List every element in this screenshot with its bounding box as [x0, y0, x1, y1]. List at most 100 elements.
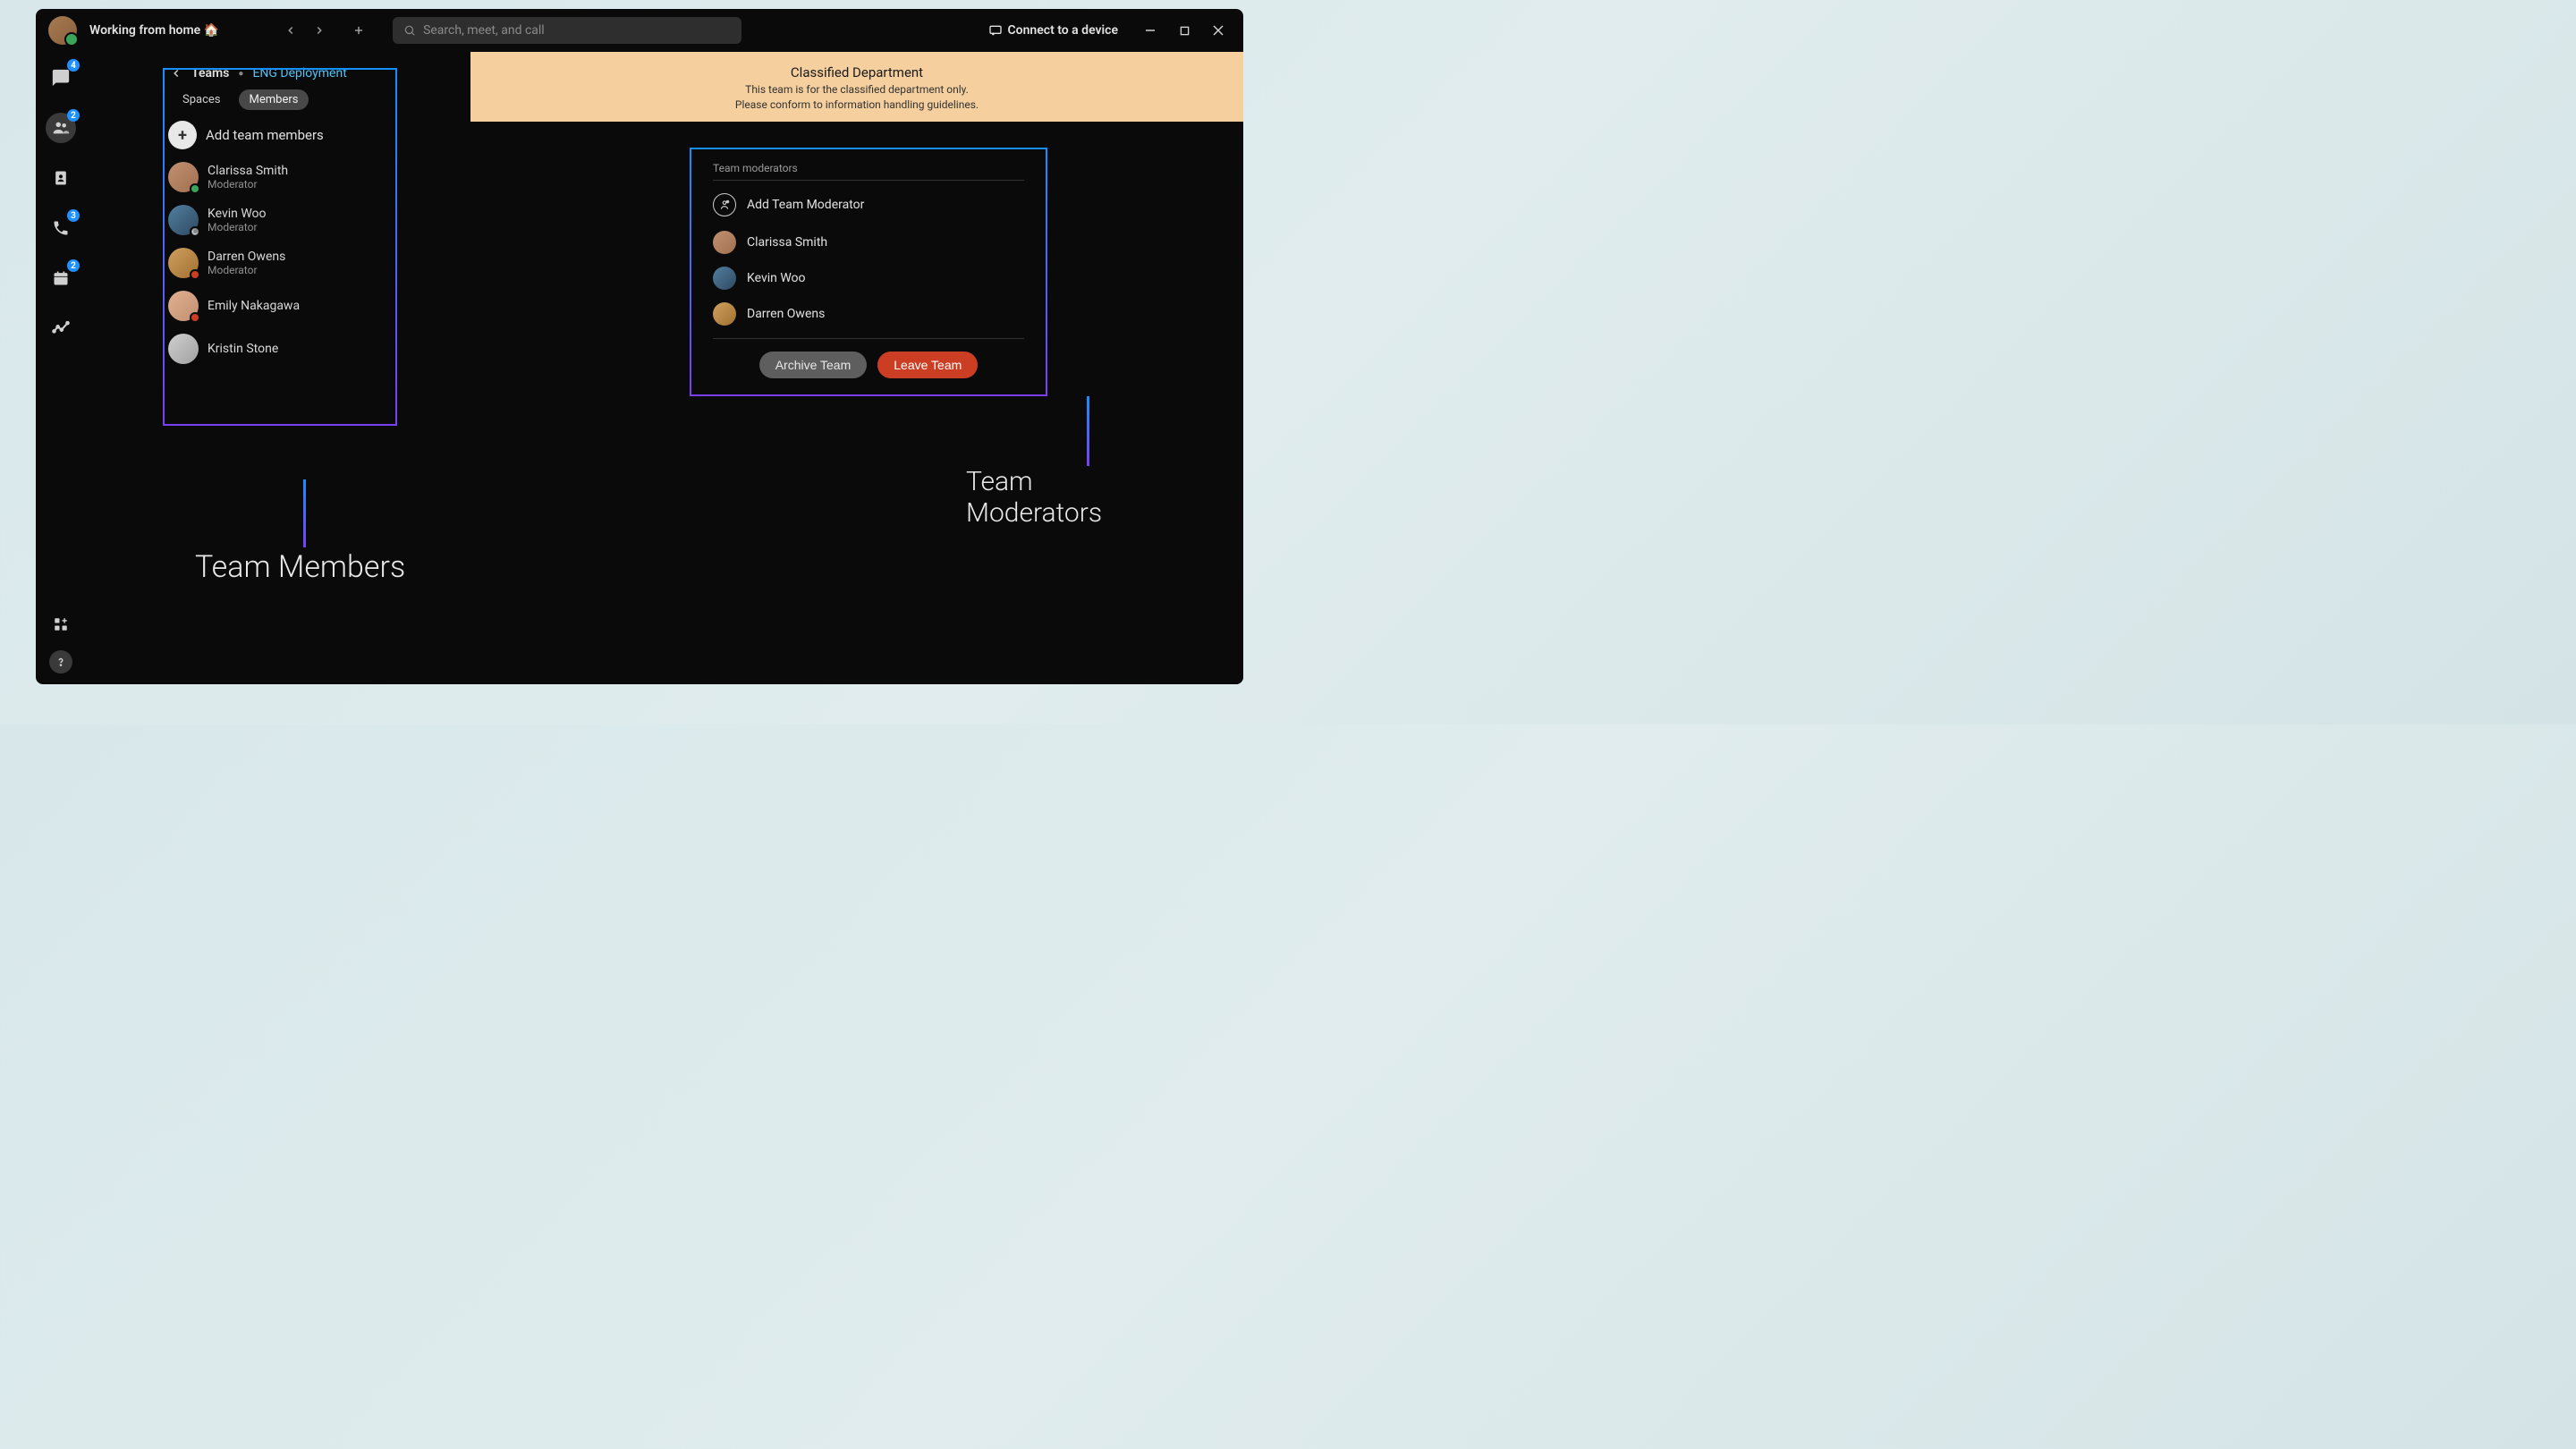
member-avatar [168, 205, 199, 235]
app-body: 4 2 3 2 [36, 52, 1243, 684]
nav-rail: 4 2 3 2 [36, 52, 86, 684]
member-role: Moderator [208, 264, 285, 276]
member-name: Clarissa Smith [208, 164, 288, 178]
add-person-icon [713, 193, 736, 216]
rail-chat[interactable]: 4 [46, 63, 76, 93]
window-controls [1141, 25, 1227, 36]
chat-badge: 4 [67, 59, 80, 72]
status-indicator [190, 312, 200, 323]
breadcrumb-current[interactable]: ENG Deployment [252, 66, 346, 80]
callout-line [303, 479, 306, 547]
search-placeholder: Search, meet, and call [423, 23, 545, 38]
rail-activity[interactable] [46, 313, 76, 343]
plus-icon: + [168, 121, 197, 149]
moderator-item[interactable]: Clarissa Smith [713, 231, 1024, 254]
calendar-icon [52, 269, 70, 287]
add-button[interactable] [348, 20, 369, 41]
breadcrumb-separator: ● [238, 69, 243, 79]
moderator-name: Darren Owens [747, 307, 825, 321]
nav-forward-button[interactable] [309, 20, 330, 41]
phone-icon [52, 219, 70, 237]
archive-team-button[interactable]: Archive Team [759, 352, 868, 378]
banner-line2: Please conform to information handling g… [488, 97, 1225, 113]
search-icon [403, 24, 416, 37]
nav-arrows [280, 20, 330, 41]
rail-contacts[interactable] [46, 163, 76, 193]
connect-device-button[interactable]: Connect to a device [988, 23, 1118, 38]
callout-line [1087, 396, 1089, 466]
chat-icon [51, 68, 71, 88]
presence-status[interactable]: Working from home 🏠 [89, 23, 219, 38]
title-bar: Working from home 🏠 Search, meet, and ca… [36, 9, 1243, 52]
member-item[interactable]: Emily Nakagawa [168, 291, 424, 321]
add-members-label: Add team members [206, 127, 324, 143]
member-item[interactable]: Kristin Stone [168, 334, 424, 364]
minimize-button[interactable] [1141, 25, 1159, 36]
classification-banner: Classified Department This team is for t… [470, 52, 1243, 122]
rail-help[interactable] [49, 650, 72, 674]
moderators-header: Team moderators [713, 162, 1024, 181]
moderator-item[interactable]: Darren Owens [713, 302, 1024, 326]
tab-members[interactable]: Members [239, 89, 309, 110]
panel-tabs: Spaces Members [172, 89, 424, 110]
teams-badge: 2 [67, 109, 80, 122]
rail-teams[interactable]: 2 [46, 113, 76, 143]
leave-team-button[interactable]: Leave Team [877, 352, 978, 378]
calendar-badge: 2 [67, 259, 80, 272]
highlight-moderators: Team moderators Add Team Moderator Clari… [690, 148, 1047, 396]
tab-spaces[interactable]: Spaces [172, 89, 232, 110]
member-avatar [168, 162, 199, 192]
member-avatar [168, 291, 199, 321]
nav-back-button[interactable] [280, 20, 301, 41]
banner-title: Classified Department [488, 64, 1225, 80]
app-window: Working from home 🏠 Search, meet, and ca… [36, 9, 1243, 684]
activity-icon [52, 319, 70, 337]
breadcrumb-back-button[interactable] [170, 67, 182, 80]
member-name: Kristin Stone [208, 342, 278, 356]
breadcrumb: Teams ● ENG Deployment [166, 63, 424, 89]
search-input[interactable]: Search, meet, and call [393, 17, 741, 44]
apps-icon [53, 616, 69, 632]
main-area: Classified Department This team is for t… [470, 52, 1243, 684]
member-role: Moderator [208, 221, 267, 233]
member-name: Kevin Woo [208, 207, 267, 221]
rail-calls[interactable]: 3 [46, 213, 76, 243]
moderator-item[interactable]: Kevin Woo [713, 267, 1024, 290]
member-item[interactable]: Darren OwensModerator [168, 248, 424, 278]
add-team-members-button[interactable]: + Add team members [168, 121, 424, 149]
moderator-avatar [713, 267, 736, 290]
member-item[interactable]: Kevin WooModerator [168, 205, 424, 235]
contacts-icon [52, 169, 70, 187]
callout-members-label: Team Members [195, 549, 405, 585]
side-panel: Teams ● ENG Deployment Spaces Members + … [86, 52, 435, 684]
add-moderator-label: Add Team Moderator [747, 198, 864, 212]
breadcrumb-root[interactable]: Teams [191, 66, 229, 80]
cast-icon [988, 23, 1003, 38]
member-avatar [168, 334, 199, 364]
member-avatar [168, 248, 199, 278]
teams-icon [51, 118, 71, 138]
member-role: Moderator [208, 178, 288, 191]
callout-moderators-label: Team Moderators [966, 466, 1102, 529]
moderator-actions: Archive Team Leave Team [713, 352, 1024, 378]
close-button[interactable] [1209, 25, 1227, 36]
moderator-avatar [713, 302, 736, 326]
moderator-name: Clarissa Smith [747, 235, 827, 250]
member-item[interactable]: Clarissa SmithModerator [168, 162, 424, 192]
status-indicator [190, 183, 200, 194]
maximize-button[interactable] [1175, 25, 1193, 36]
rail-calendar[interactable]: 2 [46, 263, 76, 293]
member-name: Darren Owens [208, 250, 285, 264]
divider [713, 338, 1024, 339]
status-indicator [190, 226, 200, 237]
moderator-avatar [713, 231, 736, 254]
rail-apps[interactable] [51, 614, 71, 634]
calls-badge: 3 [67, 209, 80, 222]
self-avatar[interactable] [48, 16, 77, 45]
moderators-card: Team moderators Add Team Moderator Clari… [690, 148, 1047, 396]
moderator-name: Kevin Woo [747, 271, 806, 285]
add-moderator-button[interactable]: Add Team Moderator [713, 193, 1024, 216]
status-indicator [190, 269, 200, 280]
help-icon [55, 656, 67, 668]
members-list: + Add team members Clarissa SmithModerat… [168, 121, 424, 364]
